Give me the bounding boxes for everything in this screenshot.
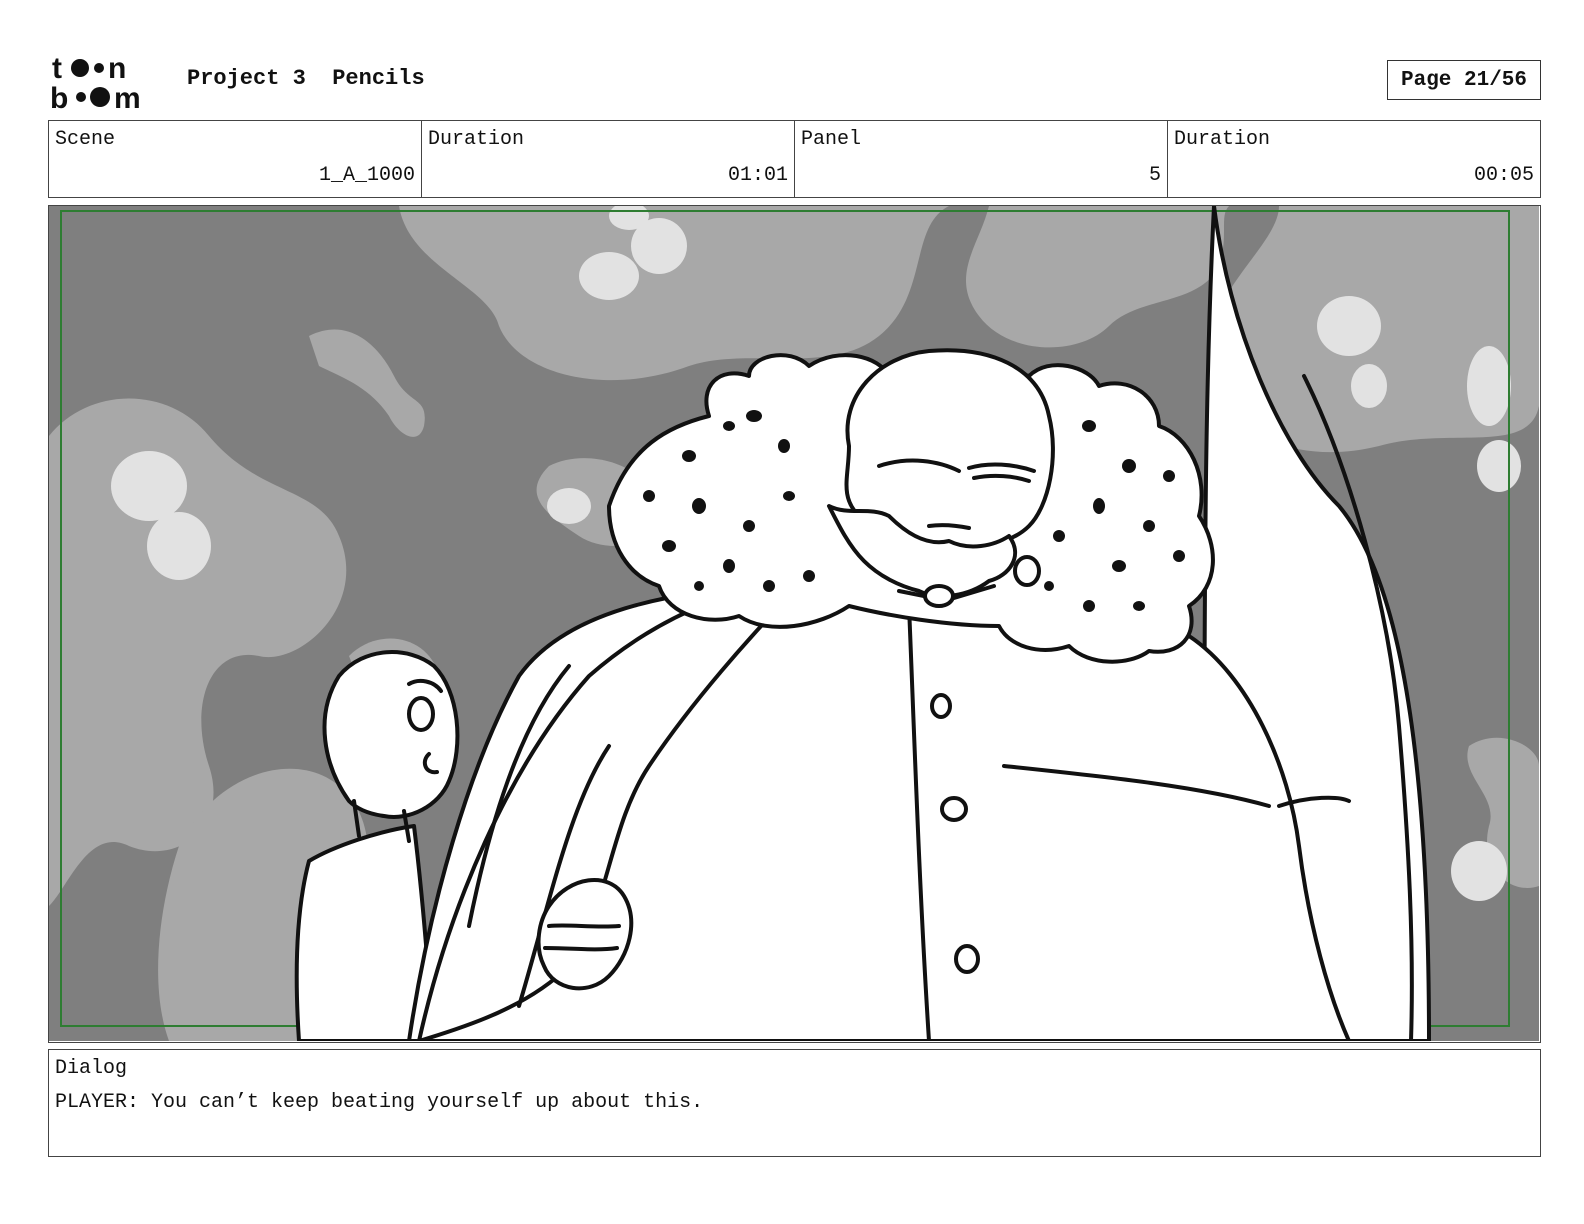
panel-label: Panel [801, 128, 862, 151]
panel-meta-table: Scene 1_A_1000 Duration 01:01 Panel 5 Du… [48, 120, 1541, 198]
player-head [322, 650, 460, 819]
player-eye [407, 696, 435, 732]
dialog-label: Dialog [55, 1057, 128, 1080]
scene-duration-label: Duration [428, 128, 525, 151]
panel-value: 5 [1148, 164, 1161, 187]
panel-duration-value: 00:05 [1473, 164, 1534, 187]
coat-button-1 [930, 693, 952, 719]
coat-button-3 [954, 944, 980, 974]
svg-text:n: n [108, 52, 126, 85]
project-title: Project 3 Pencils [187, 66, 425, 91]
clasp-right [1013, 555, 1041, 587]
panel-duration-label: Duration [1174, 128, 1271, 151]
page-indicator: Page 21/56 [1387, 60, 1541, 100]
project-name: Project 3 [187, 66, 306, 91]
panel-cell: Panel 5 [795, 121, 1168, 197]
dialog-box: Dialog PLAYER: You can’t keep beating yo… [48, 1049, 1541, 1157]
panel-drawing [49, 206, 1539, 1041]
dialog-text: PLAYER: You can’t keep beating yourself … [55, 1091, 704, 1114]
scene-value: 1_A_1000 [318, 164, 415, 187]
svg-text:m: m [114, 82, 141, 112]
svg-text:b: b [50, 82, 68, 112]
storyboard-panel [48, 205, 1541, 1043]
coat-button-2 [940, 796, 968, 822]
page-number: Page 21/56 [1400, 68, 1528, 92]
scene-cell: Scene 1_A_1000 [49, 121, 422, 197]
scene-duration-value: 01:01 [727, 164, 788, 187]
scene-label: Scene [55, 128, 116, 151]
toonboom-logo: t n b m [50, 52, 141, 112]
scene-duration-cell: Duration 01:01 [422, 121, 795, 197]
svg-text:t: t [52, 52, 62, 85]
clasp-left [923, 584, 955, 608]
stage-name: Pencils [332, 66, 425, 91]
panel-duration-cell: Duration 00:05 [1168, 121, 1540, 197]
